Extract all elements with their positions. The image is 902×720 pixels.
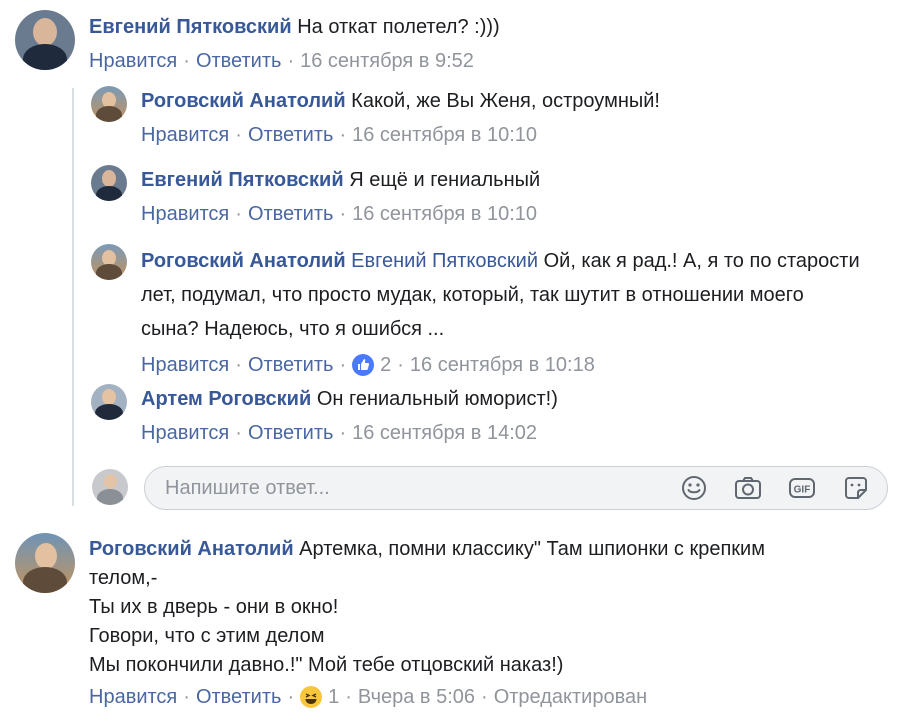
comment-line: телом,-: [89, 567, 158, 589]
comment-line: Мы покончили давно.!" Мой тебе отцовский…: [89, 654, 564, 676]
reply-link[interactable]: Ответить: [196, 46, 282, 76]
like-link[interactable]: Нравится: [89, 682, 177, 712]
camera-icon[interactable]: [733, 473, 763, 503]
gif-icon[interactable]: GIF: [787, 473, 817, 503]
timestamp[interactable]: 16 сентября в 10:18: [410, 350, 595, 380]
thread-line: [72, 88, 74, 506]
comment-actions: Нравится · Ответить · 16 сентября в 9:52: [89, 46, 500, 76]
timestamp[interactable]: 16 сентября в 9:52: [300, 46, 474, 76]
comment-text: Роговский Анатолий Артемка, помни класси…: [89, 535, 765, 680]
reply-link[interactable]: Ответить: [248, 418, 334, 448]
reply: Артем Роговский Он гениальный юморист!) …: [91, 384, 881, 448]
timestamp[interactable]: 16 сентября в 14:02: [352, 418, 537, 448]
reply-link[interactable]: Ответить: [248, 199, 334, 229]
comment: Роговский Анатолий Артемка, помни класси…: [15, 533, 885, 712]
comment-actions: Нравится · Ответить · 1 · Вчера в 5:06 ·…: [89, 682, 765, 712]
reply: Роговский Анатолий Какой, же Вы Женя, ос…: [91, 86, 881, 150]
comment-author[interactable]: Роговский Анатолий: [89, 538, 294, 560]
timestamp[interactable]: 16 сентября в 10:10: [352, 199, 537, 229]
reply-author[interactable]: Евгений Пятковский: [141, 169, 344, 191]
reply-text: Роговский Анатолий Какой, же Вы Женя, ос…: [141, 86, 660, 116]
like-link[interactable]: Нравится: [141, 120, 229, 150]
svg-text:GIF: GIF: [794, 485, 811, 496]
reply-placeholder[interactable]: Напишите ответ...: [165, 477, 679, 500]
like-link[interactable]: Нравится: [141, 350, 229, 380]
comment-line: Ты их в дверь - они в окно!: [89, 596, 339, 618]
reply-author[interactable]: Роговский Анатолий: [141, 90, 346, 112]
reply-author[interactable]: Роговский Анатолий: [141, 250, 346, 272]
composer-tools: GIF: [679, 473, 871, 503]
like-link[interactable]: Нравится: [141, 418, 229, 448]
like-link[interactable]: Нравится: [89, 46, 177, 76]
reply-actions: Нравится · Ответить · 16 сентября в 10:1…: [141, 120, 660, 150]
mention-link[interactable]: Евгений Пятковский: [351, 250, 538, 272]
avatar[interactable]: [91, 384, 127, 420]
sticker-icon[interactable]: [841, 473, 871, 503]
timestamp[interactable]: 16 сентября в 10:10: [352, 120, 537, 150]
comment-line: Артемка, помни классику" Там шпионки с к…: [299, 538, 765, 560]
avatar[interactable]: [91, 86, 127, 122]
reply-link[interactable]: Ответить: [248, 120, 334, 150]
reply-body: Он гениальный юморист!): [316, 388, 558, 410]
comment-body: На откат полетел? :))): [297, 16, 500, 38]
reply-actions: Нравится · Ответить · 16 сентября в 14:0…: [141, 418, 558, 448]
reply-author[interactable]: Артем Роговский: [141, 388, 311, 410]
reply-text: Евгений Пятковский Я ещё и гениальный: [141, 165, 540, 195]
reply-input[interactable]: Напишите ответ... GIF: [144, 466, 888, 510]
haha-icon[interactable]: [300, 686, 323, 708]
comment-text: Евгений Пятковский На откат полетел? :))…: [89, 12, 500, 42]
reply-link[interactable]: Ответить: [248, 350, 334, 380]
reply-actions: Нравится · Ответить · 2 · 16 сентября в …: [141, 350, 861, 380]
comment-line: Говори, что с этим делом: [89, 625, 325, 647]
avatar[interactable]: [91, 244, 127, 280]
timestamp[interactable]: Вчера в 5:06: [358, 682, 475, 712]
reply: Роговский Анатолий Евгений Пятковский Ой…: [91, 244, 881, 380]
emoji-icon[interactable]: [679, 473, 709, 503]
current-user-avatar: [92, 469, 128, 505]
avatar[interactable]: [15, 10, 75, 70]
reaction-count[interactable]: 2: [380, 350, 391, 380]
avatar[interactable]: [91, 165, 127, 201]
like-link[interactable]: Нравится: [141, 199, 229, 229]
edited-label[interactable]: Отредактирован: [494, 682, 647, 712]
reply-body: Какой, же Вы Женя, остроумный!: [351, 90, 660, 112]
like-icon[interactable]: [352, 354, 375, 376]
reply-link[interactable]: Ответить: [196, 682, 282, 712]
avatar[interactable]: [15, 533, 75, 593]
comment-author[interactable]: Евгений Пятковский: [89, 16, 292, 38]
reply-actions: Нравится · Ответить · 16 сентября в 10:1…: [141, 199, 540, 229]
reaction-count[interactable]: 1: [328, 682, 339, 712]
reply: Евгений Пятковский Я ещё и гениальный Нр…: [91, 165, 881, 229]
reply-text: Артем Роговский Он гениальный юморист!): [141, 384, 558, 414]
reply-text: Роговский Анатолий Евгений Пятковский Ой…: [141, 244, 861, 346]
reply-body: Я ещё и гениальный: [349, 169, 541, 191]
comment: Евгений Пятковский На откат полетел? :))…: [15, 10, 885, 76]
